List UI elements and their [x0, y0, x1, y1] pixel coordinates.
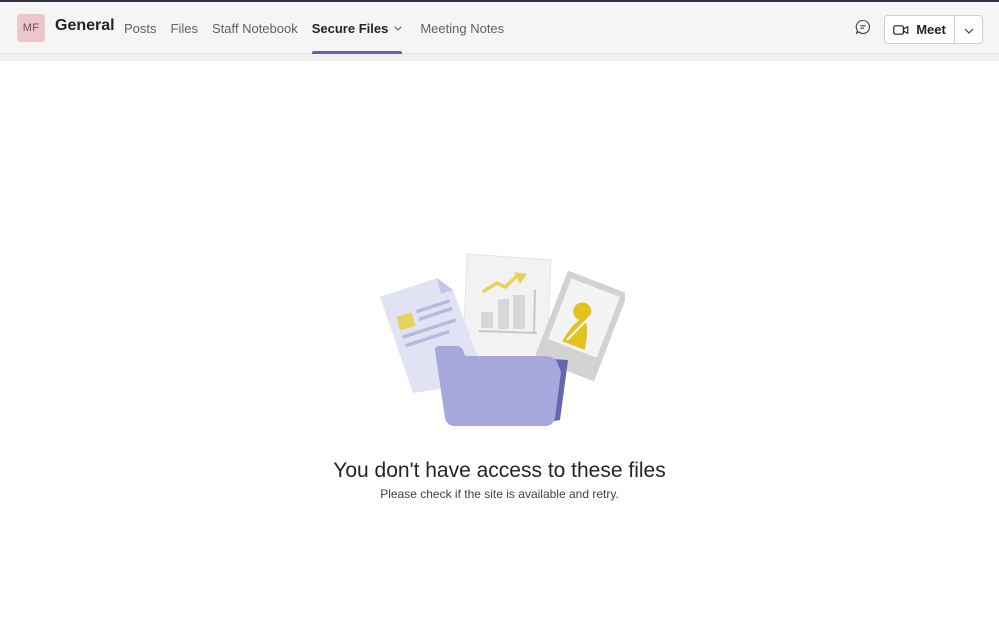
chevron-down-icon [964, 21, 974, 39]
tab-label: Staff Notebook [211, 20, 298, 36]
conversation-button[interactable] [854, 19, 872, 40]
tab-staff-notebook[interactable]: Staff Notebook [212, 2, 298, 54]
channel-tabs: Posts Files Staff Notebook Secure Files … [124, 2, 518, 54]
tab-label: Meeting Notes [420, 20, 505, 36]
meet-label: Meet [916, 22, 946, 37]
team-avatar[interactable]: MF [17, 14, 45, 42]
channel-header: MF General Posts Files Staff Notebook Se… [0, 2, 999, 54]
tab-label: Posts [124, 20, 157, 36]
meet-split-button: Meet [884, 15, 983, 44]
chart-document-icon [462, 253, 552, 363]
empty-state-subtitle: Please check if the site is available an… [380, 487, 619, 501]
video-camera-icon [893, 24, 909, 36]
chevron-down-icon[interactable] [394, 25, 402, 31]
meet-dropdown-button[interactable] [955, 16, 982, 43]
folder-icon [435, 346, 568, 426]
empty-state-title: You don't have access to these files [333, 459, 666, 482]
tab-meeting-notes[interactable]: Meeting Notes [420, 2, 504, 54]
tab-label: Secure Files [311, 20, 389, 36]
team-avatar-initials: MF [22, 22, 40, 34]
tab-posts[interactable]: Posts [124, 2, 157, 54]
tab-secure-files[interactable]: Secure Files [311, 2, 403, 54]
chat-bubble-icon [855, 19, 871, 40]
channel-title: General [55, 17, 115, 34]
header-divider [0, 54, 999, 61]
meet-button[interactable]: Meet [885, 16, 955, 43]
tab-label: Files [170, 20, 198, 36]
tab-files[interactable]: Files [171, 2, 198, 54]
no-access-illustration [375, 250, 628, 430]
